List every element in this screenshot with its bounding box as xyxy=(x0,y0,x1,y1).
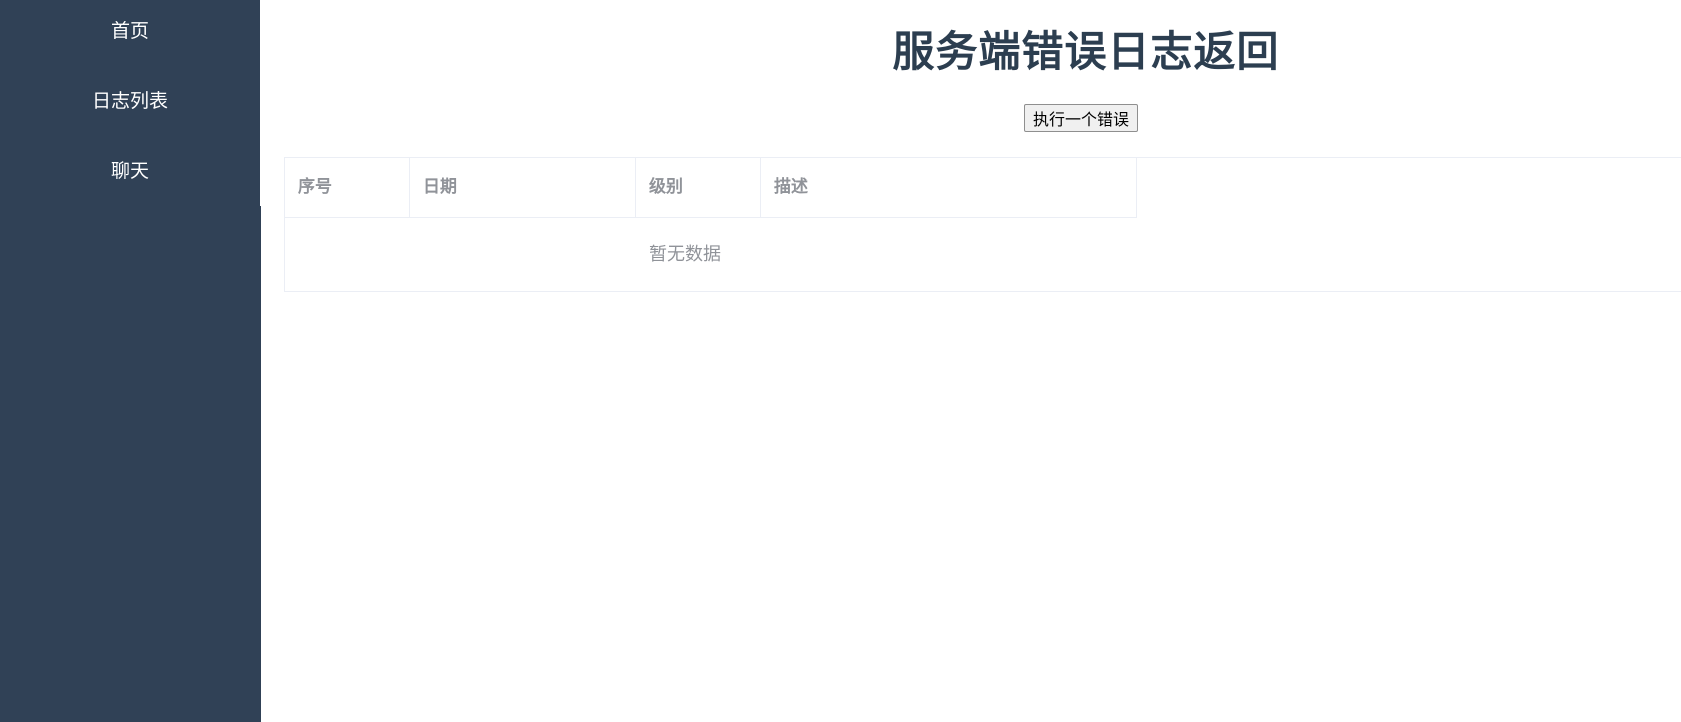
column-header-date[interactable]: 日期 xyxy=(410,158,636,217)
sidebar-item-label: 聊天 xyxy=(110,160,149,182)
column-header-index[interactable]: 序号 xyxy=(285,158,410,217)
table-empty-text: 暂无数据 xyxy=(649,244,721,265)
sidebar-item-home[interactable]: 首页 xyxy=(0,0,260,70)
sidebar-item-label: 日志列表 xyxy=(91,90,168,112)
sidebar-menu: 首页 日志列表 聊天 xyxy=(0,0,261,206)
column-header-level[interactable]: 级别 xyxy=(636,158,761,217)
log-table: 序号 日期 级别 描述 暂无数据 xyxy=(284,157,1681,292)
run-error-button[interactable]: 执行一个错误 xyxy=(1024,104,1139,132)
main-content: 服务端错误日志返回 执行一个错误 序号 日期 级别 描述 暂无数据 xyxy=(261,0,1681,722)
sidebar: 首页 日志列表 聊天 xyxy=(0,0,261,722)
table-header: 序号 日期 级别 描述 xyxy=(285,158,1137,218)
sidebar-item-label: 首页 xyxy=(110,20,149,42)
page-title: 服务端错误日志返回 xyxy=(892,27,1280,76)
column-header-description[interactable]: 描述 xyxy=(761,158,1137,217)
sidebar-item-log-list[interactable]: 日志列表 xyxy=(0,70,260,140)
sidebar-item-chat[interactable]: 聊天 xyxy=(0,140,260,210)
